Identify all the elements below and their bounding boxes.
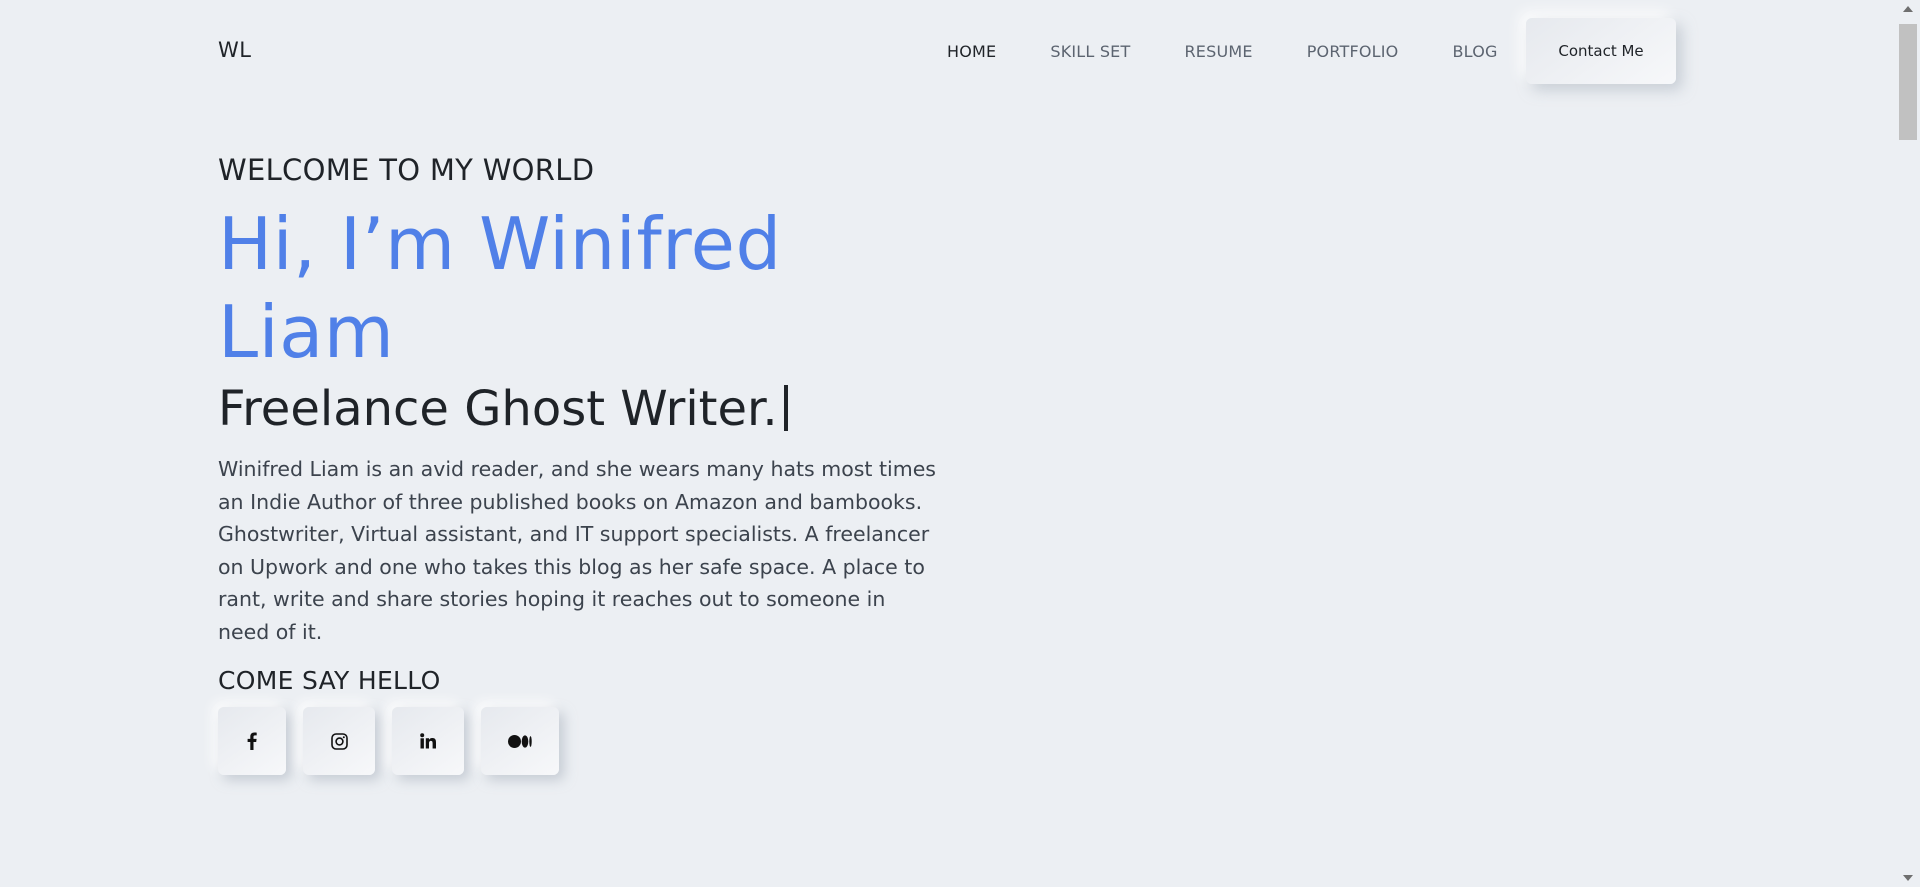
nav-blog[interactable]: BLOG [1452, 42, 1497, 61]
hero-name-heading: Hi, I’m Winifred Liam [218, 202, 782, 374]
facebook-icon [247, 732, 257, 750]
scroll-up-arrow-icon[interactable] [1903, 6, 1913, 12]
medium-button[interactable] [481, 707, 559, 775]
nav-resume[interactable]: RESUME [1184, 42, 1252, 61]
nav-skill-set[interactable]: SKILL SET [1050, 42, 1130, 61]
role-heading: Freelance Ghost Writer. [218, 381, 788, 437]
role-text: Freelance Ghost Writer. [218, 381, 778, 437]
vertical-scrollbar[interactable] [1896, 0, 1920, 887]
linkedin-icon [420, 733, 436, 749]
instagram-icon [330, 732, 348, 750]
linkedin-button[interactable] [392, 707, 464, 775]
nav-home[interactable]: HOME [947, 42, 996, 61]
nav-portfolio[interactable]: PORTFOLIO [1307, 42, 1399, 61]
social-links [218, 707, 559, 775]
medium-icon [508, 734, 532, 748]
page: WL HOME SKILL SET RESUME PORTFOLIO BLOG … [0, 0, 1920, 887]
bio-paragraph: Winifred Liam is an avid reader, and she… [218, 457, 936, 644]
contact-me-button[interactable]: Contact Me [1526, 18, 1676, 84]
facebook-button[interactable] [218, 707, 286, 775]
main-nav: HOME SKILL SET RESUME PORTFOLIO BLOG [947, 18, 1552, 84]
welcome-heading: WELCOME TO MY WORLD [218, 153, 595, 187]
instagram-button[interactable] [303, 707, 375, 775]
scroll-down-arrow-icon[interactable] [1903, 875, 1913, 881]
scroll-thumb[interactable] [1899, 24, 1917, 140]
typing-cursor [783, 385, 788, 431]
site-logo[interactable]: WL [218, 38, 251, 62]
say-hello-heading: COME SAY HELLO [218, 666, 441, 695]
